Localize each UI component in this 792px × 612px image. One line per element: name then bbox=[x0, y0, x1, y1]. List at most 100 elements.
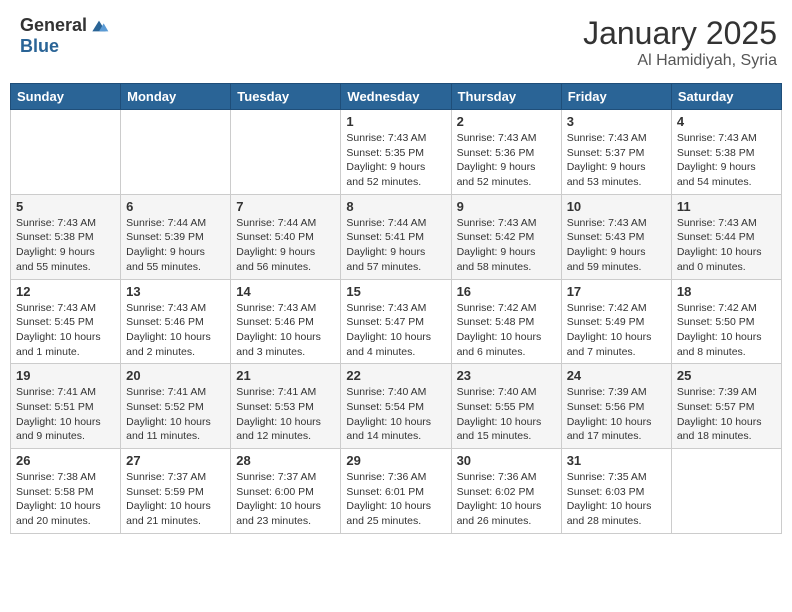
day-info: Sunrise: 7:43 AM Sunset: 5:37 PM Dayligh… bbox=[567, 131, 666, 190]
day-number: 29 bbox=[346, 453, 445, 468]
day-number: 30 bbox=[457, 453, 556, 468]
day-info: Sunrise: 7:43 AM Sunset: 5:35 PM Dayligh… bbox=[346, 131, 445, 190]
day-number: 28 bbox=[236, 453, 335, 468]
day-number: 4 bbox=[677, 114, 776, 129]
day-number: 10 bbox=[567, 199, 666, 214]
day-number: 7 bbox=[236, 199, 335, 214]
day-number: 1 bbox=[346, 114, 445, 129]
day-info: Sunrise: 7:43 AM Sunset: 5:45 PM Dayligh… bbox=[16, 301, 115, 360]
day-info: Sunrise: 7:42 AM Sunset: 5:49 PM Dayligh… bbox=[567, 301, 666, 360]
calendar-cell bbox=[671, 449, 781, 534]
day-info: Sunrise: 7:40 AM Sunset: 5:54 PM Dayligh… bbox=[346, 385, 445, 444]
calendar-cell: 18Sunrise: 7:42 AM Sunset: 5:50 PM Dayli… bbox=[671, 279, 781, 364]
day-number: 2 bbox=[457, 114, 556, 129]
calendar-cell: 17 Sunrise: 7:42 AM Sunset: 5:49 PM Dayli… bbox=[561, 279, 671, 364]
day-info: Sunrise: 7:37 AM Sunset: 6:00 PM Dayligh… bbox=[236, 470, 335, 529]
day-info: Sunrise: 7:43 AM Sunset: 5:46 PM Dayligh… bbox=[126, 301, 225, 360]
calendar-cell: 30 Sunrise: 7:36 AM Sunset: 6:02 PM Dayli… bbox=[451, 449, 561, 534]
calendar-week-row: 1 Sunrise: 7:43 AM Sunset: 5:35 PM Daylig… bbox=[11, 110, 782, 195]
day-info: Sunrise: 7:38 AM Sunset: 5:58 PM Dayligh… bbox=[16, 470, 115, 529]
calendar-cell: 7 Sunrise: 7:44 AM Sunset: 5:40 PM Daylig… bbox=[231, 194, 341, 279]
calendar-week-row: 19Sunrise: 7:41 AM Sunset: 5:51 PM Dayli… bbox=[11, 364, 782, 449]
calendar-cell: 15Sunrise: 7:43 AM Sunset: 5:47 PM Dayli… bbox=[341, 279, 451, 364]
day-number: 15 bbox=[346, 284, 445, 299]
day-info: Sunrise: 7:43 AM Sunset: 5:36 PM Dayligh… bbox=[457, 131, 556, 190]
day-info: Sunrise: 7:43 AM Sunset: 5:38 PM Dayligh… bbox=[677, 131, 776, 190]
calendar-cell: 4 Sunrise: 7:43 AM Sunset: 5:38 PM Daylig… bbox=[671, 110, 781, 195]
calendar-cell bbox=[121, 110, 231, 195]
calendar-cell: 27Sunrise: 7:37 AM Sunset: 5:59 PM Dayli… bbox=[121, 449, 231, 534]
calendar-cell: 29 Sunrise: 7:36 AM Sunset: 6:01 PM Dayli… bbox=[341, 449, 451, 534]
weekday-header-row: SundayMondayTuesdayWednesdayThursdayFrid… bbox=[11, 84, 782, 110]
day-info: Sunrise: 7:36 AM Sunset: 6:02 PM Dayligh… bbox=[457, 470, 556, 529]
day-info: Sunrise: 7:41 AM Sunset: 5:52 PM Dayligh… bbox=[126, 385, 225, 444]
calendar-cell: 12 Sunrise: 7:43 AM Sunset: 5:45 PM Dayli… bbox=[11, 279, 121, 364]
title-block: January 2025 Al Hamidiyah, Syria bbox=[583, 15, 777, 70]
day-info: Sunrise: 7:42 AM Sunset: 5:48 PM Dayligh… bbox=[457, 301, 556, 360]
logo-icon bbox=[89, 16, 109, 36]
page-header: General Blue January 2025 Al Hamidiyah, … bbox=[10, 10, 782, 75]
calendar-cell: 16Sunrise: 7:42 AM Sunset: 5:48 PM Dayli… bbox=[451, 279, 561, 364]
day-number: 17 bbox=[567, 284, 666, 299]
calendar-cell: 22 Sunrise: 7:40 AM Sunset: 5:54 PM Dayli… bbox=[341, 364, 451, 449]
weekday-header-tuesday: Tuesday bbox=[231, 84, 341, 110]
weekday-header-sunday: Sunday bbox=[11, 84, 121, 110]
weekday-header-wednesday: Wednesday bbox=[341, 84, 451, 110]
calendar-cell: 24 Sunrise: 7:39 AM Sunset: 5:56 PM Dayli… bbox=[561, 364, 671, 449]
calendar-cell bbox=[11, 110, 121, 195]
day-number: 20 bbox=[126, 368, 225, 383]
day-number: 8 bbox=[346, 199, 445, 214]
calendar-cell: 20 Sunrise: 7:41 AM Sunset: 5:52 PM Dayli… bbox=[121, 364, 231, 449]
calendar-week-row: 26Sunrise: 7:38 AM Sunset: 5:58 PM Dayli… bbox=[11, 449, 782, 534]
day-number: 3 bbox=[567, 114, 666, 129]
calendar-cell: 6Sunrise: 7:44 AM Sunset: 5:39 PM Daylig… bbox=[121, 194, 231, 279]
day-number: 12 bbox=[16, 284, 115, 299]
day-info: Sunrise: 7:40 AM Sunset: 5:55 PM Dayligh… bbox=[457, 385, 556, 444]
calendar-cell: 14 Sunrise: 7:43 AM Sunset: 5:46 PM Dayli… bbox=[231, 279, 341, 364]
day-number: 24 bbox=[567, 368, 666, 383]
day-info: Sunrise: 7:35 AM Sunset: 6:03 PM Dayligh… bbox=[567, 470, 666, 529]
calendar-cell: 28 Sunrise: 7:37 AM Sunset: 6:00 PM Dayli… bbox=[231, 449, 341, 534]
logo-blue-text: Blue bbox=[20, 36, 59, 57]
calendar-cell: 1 Sunrise: 7:43 AM Sunset: 5:35 PM Daylig… bbox=[341, 110, 451, 195]
calendar-cell: 25Sunrise: 7:39 AM Sunset: 5:57 PM Dayli… bbox=[671, 364, 781, 449]
day-number: 21 bbox=[236, 368, 335, 383]
day-number: 11 bbox=[677, 199, 776, 214]
calendar-cell: 19Sunrise: 7:41 AM Sunset: 5:51 PM Dayli… bbox=[11, 364, 121, 449]
location-title: Al Hamidiyah, Syria bbox=[583, 52, 777, 70]
day-number: 14 bbox=[236, 284, 335, 299]
logo-general-text: General bbox=[20, 15, 87, 36]
day-info: Sunrise: 7:39 AM Sunset: 5:57 PM Dayligh… bbox=[677, 385, 776, 444]
day-number: 23 bbox=[457, 368, 556, 383]
day-info: Sunrise: 7:43 AM Sunset: 5:42 PM Dayligh… bbox=[457, 216, 556, 275]
calendar-cell: 31Sunrise: 7:35 AM Sunset: 6:03 PM Dayli… bbox=[561, 449, 671, 534]
calendar-cell: 2 Sunrise: 7:43 AM Sunset: 5:36 PM Daylig… bbox=[451, 110, 561, 195]
calendar-table: SundayMondayTuesdayWednesdayThursdayFrid… bbox=[10, 83, 782, 534]
day-info: Sunrise: 7:36 AM Sunset: 6:01 PM Dayligh… bbox=[346, 470, 445, 529]
day-info: Sunrise: 7:42 AM Sunset: 5:50 PM Dayligh… bbox=[677, 301, 776, 360]
month-title: January 2025 bbox=[583, 15, 777, 52]
calendar-week-row: 5Sunrise: 7:43 AM Sunset: 5:38 PM Daylig… bbox=[11, 194, 782, 279]
weekday-header-friday: Friday bbox=[561, 84, 671, 110]
day-number: 6 bbox=[126, 199, 225, 214]
day-info: Sunrise: 7:43 AM Sunset: 5:38 PM Dayligh… bbox=[16, 216, 115, 275]
day-info: Sunrise: 7:43 AM Sunset: 5:44 PM Dayligh… bbox=[677, 216, 776, 275]
calendar-cell: 3 Sunrise: 7:43 AM Sunset: 5:37 PM Daylig… bbox=[561, 110, 671, 195]
day-info: Sunrise: 7:43 AM Sunset: 5:43 PM Dayligh… bbox=[567, 216, 666, 275]
calendar-cell: 21 Sunrise: 7:41 AM Sunset: 5:53 PM Dayli… bbox=[231, 364, 341, 449]
calendar-week-row: 12 Sunrise: 7:43 AM Sunset: 5:45 PM Dayli… bbox=[11, 279, 782, 364]
day-number: 13 bbox=[126, 284, 225, 299]
day-info: Sunrise: 7:41 AM Sunset: 5:53 PM Dayligh… bbox=[236, 385, 335, 444]
day-info: Sunrise: 7:41 AM Sunset: 5:51 PM Dayligh… bbox=[16, 385, 115, 444]
calendar-cell: 23 Sunrise: 7:40 AM Sunset: 5:55 PM Dayli… bbox=[451, 364, 561, 449]
day-info: Sunrise: 7:39 AM Sunset: 5:56 PM Dayligh… bbox=[567, 385, 666, 444]
day-number: 27 bbox=[126, 453, 225, 468]
day-info: Sunrise: 7:44 AM Sunset: 5:40 PM Dayligh… bbox=[236, 216, 335, 275]
day-info: Sunrise: 7:43 AM Sunset: 5:46 PM Dayligh… bbox=[236, 301, 335, 360]
weekday-header-thursday: Thursday bbox=[451, 84, 561, 110]
calendar-cell: 11 Sunrise: 7:43 AM Sunset: 5:44 PM Dayli… bbox=[671, 194, 781, 279]
day-number: 22 bbox=[346, 368, 445, 383]
weekday-header-monday: Monday bbox=[121, 84, 231, 110]
weekday-header-saturday: Saturday bbox=[671, 84, 781, 110]
day-number: 9 bbox=[457, 199, 556, 214]
